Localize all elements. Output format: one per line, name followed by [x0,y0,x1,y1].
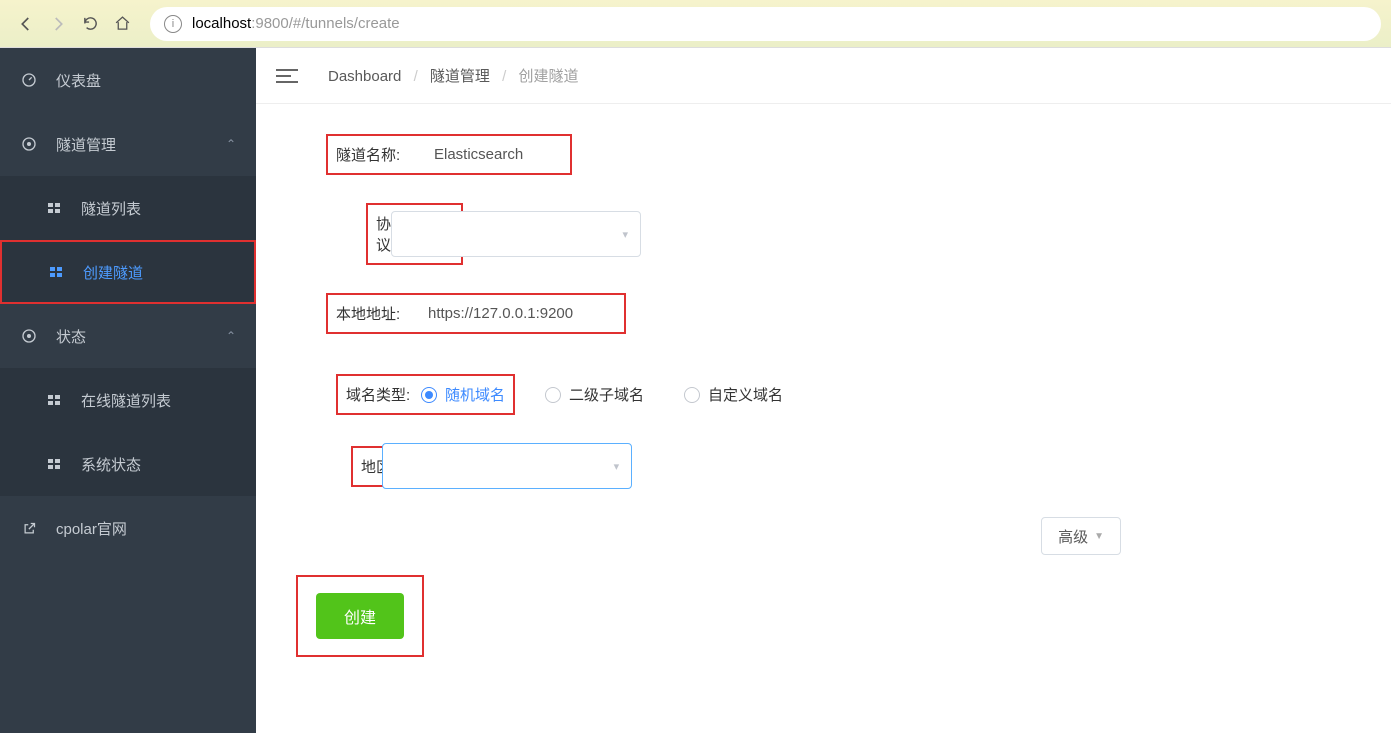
sidebar-label: 系统状态 [81,454,141,475]
sidebar-label: 隧道管理 [56,134,116,155]
chevron-up-icon: ⌃ [226,137,236,151]
sidebar-label: 状态 [56,326,86,347]
chevron-down-icon: ▼ [1094,531,1104,542]
main-content: Dashboard / 隧道管理 / 创建隧道 隧道名称: 协议: http [256,48,1391,733]
radio-icon [684,387,700,403]
dashboard-icon [20,71,38,89]
home-button[interactable] [106,8,138,40]
status-icon [20,327,38,345]
info-icon: i [164,15,182,33]
sidebar-item-tunnel-mgmt[interactable]: 隧道管理 ⌃ [0,112,256,176]
radio-custom-domain[interactable]: 自定义域名 [684,384,783,405]
radio-icon [421,387,437,403]
sidebar-item-cpolar-site[interactable]: cpolar官网 [0,496,256,560]
radio-label: 二级子域名 [569,384,644,405]
sidebar-item-online-tunnels[interactable]: 在线隧道列表 [0,368,256,432]
advanced-label: 高级 [1058,526,1088,547]
chevron-down-icon: ▾ [614,460,620,473]
grid-icon [45,391,63,409]
breadcrumb-current: 创建隧道 [518,68,578,85]
url-host: localhost:9800/#/tunnels/create [192,15,400,32]
sidebar-label: 创建隧道 [83,262,143,283]
protocol-select[interactable]: ▾ [391,211,641,257]
sidebar-item-status[interactable]: 状态 ⌃ [0,304,256,368]
form-content: 隧道名称: 协议: http ▾ 本地地址: [256,104,1391,687]
local-addr-label: 本地地址: [336,303,416,324]
radio-icon [545,387,561,403]
breadcrumb-separator: / [414,68,418,85]
reload-button[interactable] [74,8,106,40]
sidebar-label: cpolar官网 [56,518,127,539]
address-bar[interactable]: i localhost:9800/#/tunnels/create [150,7,1381,41]
sidebar-item-create-tunnel[interactable]: 创建隧道 [0,240,256,304]
forward-button[interactable] [42,8,74,40]
create-button[interactable]: 创建 [316,593,404,639]
domain-type-label: 域名类型: [346,384,421,405]
local-addr-input[interactable] [416,305,616,322]
external-link-icon [20,519,38,537]
sidebar-label: 仪表盘 [56,70,101,91]
breadcrumb-item[interactable]: Dashboard [328,68,401,85]
top-header: Dashboard / 隧道管理 / 创建隧道 [256,48,1391,104]
radio-label: 随机域名 [445,384,505,405]
radio-subdomain[interactable]: 二级子域名 [545,384,644,405]
sidebar-label: 隧道列表 [81,198,141,219]
sidebar-item-system-status[interactable]: 系统状态 [0,432,256,496]
grid-icon [45,455,63,473]
tunnel-icon [20,135,38,153]
menu-toggle-icon[interactable] [276,65,298,87]
back-button[interactable] [10,8,42,40]
breadcrumb-item[interactable]: 隧道管理 [430,68,490,85]
tunnel-name-input[interactable] [422,146,562,163]
chevron-down-icon: ▾ [623,228,629,241]
sidebar-item-dashboard[interactable]: 仪表盘 [0,48,256,112]
radio-random-domain[interactable]: 随机域名 [421,384,505,405]
breadcrumb: Dashboard / 隧道管理 / 创建隧道 [328,65,578,86]
grid-icon [47,263,65,281]
grid-icon [45,199,63,217]
tunnel-name-label: 隧道名称: [336,144,416,165]
radio-label: 自定义域名 [708,384,783,405]
sidebar-label: 在线隧道列表 [81,390,171,411]
browser-toolbar: i localhost:9800/#/tunnels/create [0,0,1391,48]
breadcrumb-separator: / [502,68,506,85]
advanced-button[interactable]: 高级 ▼ [1041,517,1121,555]
sidebar: 仪表盘 隧道管理 ⌃ 隧道列表 创建隧道 状态 ⌃ [0,48,256,733]
chevron-up-icon: ⌃ [226,329,236,343]
sidebar-item-tunnel-list[interactable]: 隧道列表 [0,176,256,240]
region-select[interactable]: ▾ [382,443,632,489]
